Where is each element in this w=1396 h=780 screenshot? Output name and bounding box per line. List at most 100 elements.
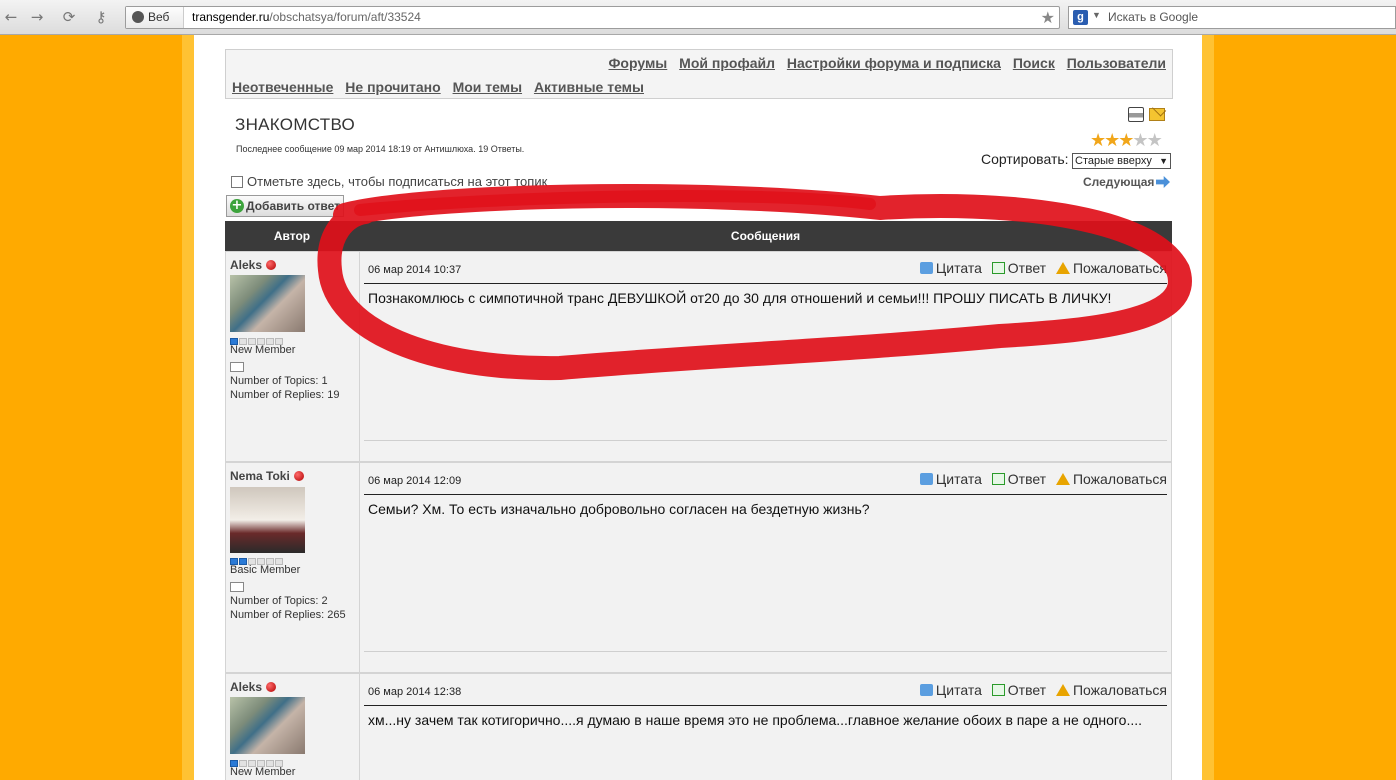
topic-rating[interactable]: ★★★★★ (1090, 130, 1163, 151)
post-divider (364, 283, 1167, 284)
forum-menu: Форумы Мой профайл Настройки форума и по… (225, 49, 1173, 99)
next-topic-link[interactable]: Следующая (1083, 175, 1154, 189)
post-message: 06 мар 2014 12:38 Цитата Ответ Пожаловат… (360, 674, 1171, 780)
menu-link-my-profile[interactable]: Мой профайл (679, 55, 775, 71)
add-reply-label: Добавить ответ (246, 199, 340, 213)
email-icon[interactable] (1149, 108, 1165, 121)
sort-label: Сортировать: (981, 151, 1069, 167)
avatar[interactable] (230, 697, 305, 754)
author-name[interactable]: Nema Toki (230, 469, 304, 483)
chevron-down-icon[interactable]: ▼ (1092, 10, 1101, 20)
star-empty-icon[interactable]: ★ (1147, 130, 1163, 151)
arrow-right-icon[interactable] (1156, 176, 1170, 188)
post-message: 06 мар 2014 12:09 Цитата Ответ Пожаловат… (360, 463, 1171, 672)
google-icon[interactable]: g (1073, 10, 1088, 25)
avatar[interactable] (230, 487, 305, 553)
post-divider (364, 494, 1167, 495)
forward-icon[interactable]: → (26, 7, 48, 27)
post-actions: Цитата Ответ Пожаловаться (914, 260, 1167, 276)
url-text[interactable]: transgender.ru/obschatsya/forum/aft/3352… (192, 7, 421, 28)
menu-link-settings[interactable]: Настройки форума и подписка (787, 55, 1001, 71)
url-path: /obschatsya/forum/aft/33524 (269, 10, 421, 24)
search-box[interactable]: g ▼ Искать в Google (1068, 6, 1396, 29)
replies-count: Number of Replies: 265 (230, 609, 346, 621)
print-icon[interactable] (1128, 107, 1144, 122)
post-date: 06 мар 2014 10:37 (368, 264, 462, 276)
rank-bar (230, 334, 286, 345)
menu-link-active-topics[interactable]: Активные темы (534, 79, 644, 95)
post: Aleks New Member 06 мар 2014 12:38 Цитат… (225, 673, 1172, 780)
reload-icon[interactable]: ⟳ (58, 7, 80, 27)
report-label: Пожаловаться (1072, 260, 1167, 276)
url-prefix-label: Веб (148, 10, 170, 24)
star-icon[interactable]: ★ (1118, 130, 1134, 151)
post-author-panel: Nema Toki Basic Member Number of Topics:… (226, 463, 360, 672)
post-author-panel: Aleks New Member Number of Topics: 1 Num… (226, 252, 360, 461)
report-button[interactable]: Пожаловаться (1055, 471, 1167, 487)
quote-button[interactable]: Цитата (919, 260, 982, 276)
quote-button[interactable]: Цитата (919, 682, 982, 698)
post-footer-divider (364, 440, 1167, 441)
star-icon[interactable]: ★ (1090, 130, 1106, 151)
menu-link-my-topics[interactable]: Мои темы (453, 79, 522, 95)
menu-link-unanswered[interactable]: Неотвеченные (232, 79, 333, 95)
sort-select[interactable]: Старые вверху ▼ (1072, 153, 1171, 169)
quote-label: Цитата (935, 260, 982, 276)
rank-name: New Member (230, 766, 296, 778)
menu-link-search[interactable]: Поиск (1013, 55, 1055, 71)
post-message: 06 мар 2014 10:37 Цитата Ответ Пожаловат… (360, 252, 1171, 461)
post-author-panel: Aleks New Member (226, 674, 360, 780)
star-empty-icon[interactable]: ★ (1132, 130, 1148, 151)
subscribe-label[interactable]: Отметьте здесь, чтобы подписаться на это… (247, 174, 547, 189)
warning-icon (1055, 262, 1070, 274)
address-bar[interactable]: Веб transgender.ru/obschatsya/forum/aft/… (125, 6, 1060, 29)
subscribe-checkbox[interactable] (231, 176, 243, 188)
back-icon[interactable]: ← (0, 7, 22, 27)
offline-status-icon (266, 682, 277, 692)
url-prefix[interactable]: Веб (126, 7, 184, 28)
reply-button[interactable]: Ответ (991, 682, 1046, 698)
star-icon[interactable]: ★ (1104, 130, 1120, 151)
offline-status-icon (266, 260, 277, 270)
post-divider (364, 705, 1167, 706)
menu-link-unread[interactable]: Не прочитано (345, 79, 440, 95)
private-message-icon[interactable] (230, 582, 244, 592)
topic-title: ЗНАКОМСТВО (235, 115, 356, 134)
page-border-right (1202, 35, 1214, 780)
last-message-info: Последнее сообщение 09 мар 2014 18:19 от… (236, 144, 524, 154)
rank-bar (230, 756, 286, 767)
reply-icon (991, 473, 1005, 485)
author-name-text[interactable]: Aleks (230, 680, 262, 694)
header-messages: Сообщения (730, 229, 801, 243)
author-name[interactable]: Aleks (230, 258, 277, 272)
avatar[interactable] (230, 275, 305, 332)
reply-button[interactable]: Ответ (991, 471, 1046, 487)
menu-link-forums[interactable]: Форумы (608, 55, 667, 71)
posts-table-header: Автор Сообщения (225, 221, 1172, 251)
author-name-text[interactable]: Nema Toki (230, 469, 290, 483)
bookmark-star-icon[interactable]: ★ (1041, 8, 1055, 27)
search-placeholder[interactable]: Искать в Google (1108, 7, 1198, 28)
reply-button[interactable]: Ответ (991, 260, 1046, 276)
forum-menu-row2: Неотвеченные Не прочитано Мои темы Актив… (232, 79, 652, 95)
quote-label: Цитата (935, 471, 982, 487)
report-button[interactable]: Пожаловаться (1055, 682, 1167, 698)
reply-icon (991, 262, 1005, 274)
post: Nema Toki Basic Member Number of Topics:… (225, 462, 1172, 673)
header-author: Автор (273, 229, 311, 243)
private-message-icon[interactable] (230, 362, 244, 372)
plus-icon: + (230, 198, 244, 213)
key-icon[interactable]: ⚷ (90, 7, 112, 27)
quote-button[interactable]: Цитата (919, 471, 982, 487)
report-button[interactable]: Пожаловаться (1055, 260, 1167, 276)
post-actions: Цитата Ответ Пожаловаться (914, 682, 1167, 698)
last-message-author[interactable]: Антишлюха (425, 144, 474, 154)
reply-icon (991, 684, 1005, 696)
last-message-prefix: Последнее сообщение 09 мар 2014 18:19 от (236, 144, 425, 154)
author-name-text[interactable]: Aleks (230, 258, 262, 272)
add-reply-button[interactable]: + Добавить ответ (226, 195, 344, 217)
author-name[interactable]: Aleks (230, 680, 277, 694)
menu-link-users[interactable]: Пользователи (1067, 55, 1166, 71)
url-domain: transgender.ru (192, 10, 270, 24)
page-border-left (182, 35, 194, 780)
